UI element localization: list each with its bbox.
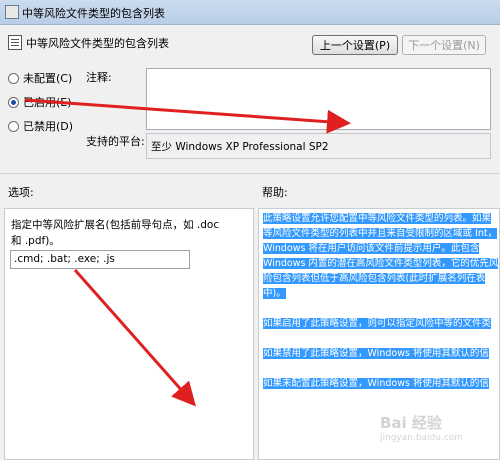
baidu-watermark: Bai 经验 jingyan.baidu.com [380, 412, 492, 452]
watermark-url: jingyan.baidu.com [380, 433, 464, 443]
watermark-logo: Bai 经验 [380, 414, 442, 432]
annotation-arrows [24, 98, 351, 407]
red-arrow-to-comment [24, 98, 351, 134]
red-arrow-to-options [73, 269, 196, 407]
